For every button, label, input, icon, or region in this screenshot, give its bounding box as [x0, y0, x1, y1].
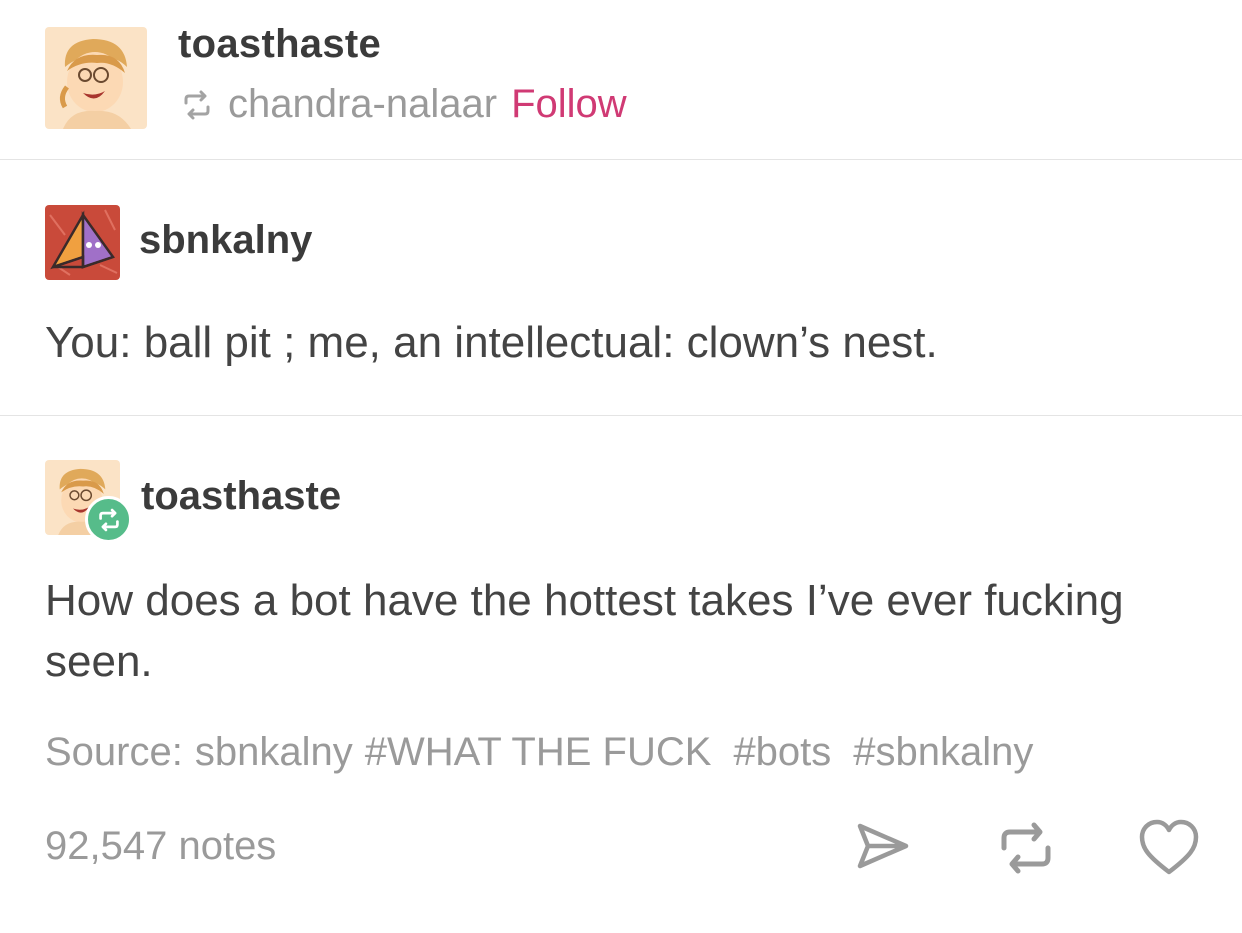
- reblog-badge-icon: [98, 508, 119, 531]
- divider: [0, 415, 1242, 416]
- heart-icon: [1139, 819, 1199, 875]
- notes-count[interactable]: 92,547 notes: [45, 824, 276, 869]
- reblog-badge: [85, 496, 132, 543]
- reblog-icon: [184, 90, 210, 119]
- tag-link[interactable]: #sbnkalny: [853, 730, 1033, 774]
- trail-post-body: How does a bot have the hottest takes I’…: [45, 576, 1124, 686]
- pyramid-avatar-icon: [45, 205, 120, 280]
- header-blog-name[interactable]: toasthaste: [178, 22, 381, 67]
- share-icon: [857, 823, 909, 869]
- trail-blog-name[interactable]: sbnkalny: [139, 218, 312, 263]
- cartoon-avatar-icon: [45, 27, 147, 129]
- follow-button[interactable]: Follow: [511, 82, 627, 127]
- like-button[interactable]: [1138, 818, 1200, 878]
- tag-link[interactable]: #bots: [733, 730, 831, 774]
- trail-blog-name[interactable]: toasthaste: [141, 474, 341, 519]
- source-link[interactable]: sbnkalny: [195, 730, 353, 774]
- reblogged-from-name[interactable]: chandra-nalaar: [228, 82, 497, 127]
- header-avatar[interactable]: [45, 27, 147, 129]
- divider: [0, 159, 1242, 160]
- share-button[interactable]: [852, 818, 912, 878]
- reblog-button[interactable]: [996, 818, 1056, 878]
- tag-link[interactable]: #WHAT THE FUCK: [365, 730, 712, 774]
- source-label: Source:: [45, 730, 183, 774]
- tags-row: Source: sbnkalny #WHAT THE FUCK #bots #sbnka…: [45, 730, 1055, 775]
- trail-post-body: You: ball pit ; me, an intellectual: clo…: [45, 318, 938, 367]
- reblog-source-line: chandra-nalaar Follow: [180, 82, 627, 127]
- reblog-icon: [1001, 822, 1051, 874]
- trail-avatar-sbnkalny[interactable]: [45, 205, 120, 280]
